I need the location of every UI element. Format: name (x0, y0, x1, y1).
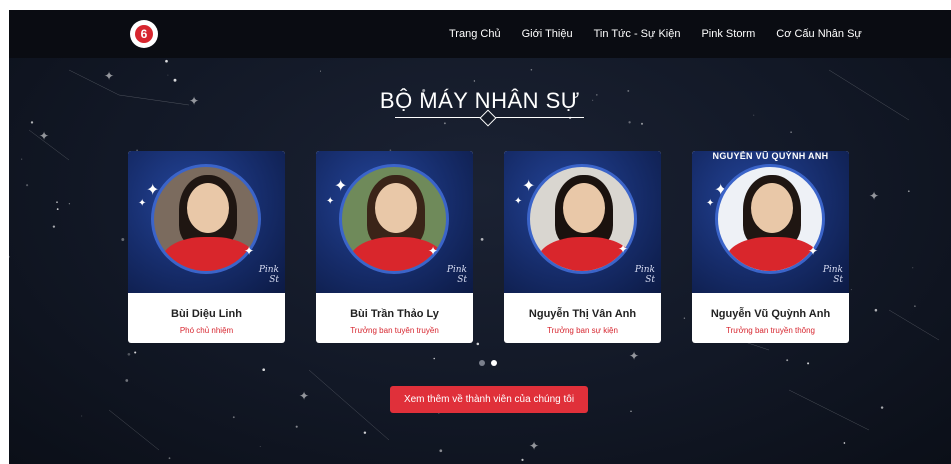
navbar: 6 Trang Chủ Giới Thiệu Tin Tức - Sự Kiện… (9, 10, 951, 58)
page-frame: ✦ ✦ ✦ ✦ ✦ ✦ ✦ 6 Trang Chủ Giới Thiệu Tin Tức -… (9, 10, 951, 464)
member-name: Bùi Trần Thảo Ly (350, 308, 439, 320)
photo-brand-mark: Pink St (446, 265, 467, 285)
member-photo: ✦ ✦ ✦ Pink St (504, 151, 661, 293)
member-photo: ✦ ✦ ✦ Pink St (316, 151, 473, 293)
nav-link-pink-storm[interactable]: Pink Storm (701, 28, 755, 40)
member-role: Trưởng ban truyền thông (725, 326, 816, 335)
nav-link-staff-structure[interactable]: Cơ Cấu Nhân Sự (776, 28, 862, 40)
sparkle-icon: ✦ (428, 244, 439, 258)
member-photo-banner: NGUYỄN VŨ QUỲNH ANH (712, 151, 829, 161)
member-role: Trưởng ban tuyên truyền (350, 326, 439, 335)
sparkle-icon: ✦ (244, 244, 255, 258)
photo-brand-mark: Pink St (258, 265, 279, 285)
photo-brand-mark: Pink St (634, 265, 655, 285)
svg-text:✦: ✦ (869, 189, 879, 203)
member-card[interactable]: ✦ ✦ ✦ Pink St Bùi Diệu Linh Phó chủ nhiệm (128, 151, 285, 343)
site-logo[interactable]: 6 (130, 20, 158, 48)
nav-link-news-events[interactable]: Tin Tức - Sự Kiện (594, 28, 681, 40)
view-more-members-button[interactable]: Xem thêm về thành viên của chúng tôi (390, 386, 588, 413)
member-card[interactable]: NGUYỄN VŨ QUỲNH ANH ✦ ✦ ✦ Pink St Nguyễn … (692, 151, 849, 343)
member-name: Nguyễn Vũ Quỳnh Anh (710, 308, 831, 320)
nav-link-home[interactable]: Trang Chủ (449, 28, 501, 40)
sparkle-icon: ✦ (808, 244, 819, 258)
nav-link-about[interactable]: Giới Thiệu (522, 28, 573, 40)
member-name: Bùi Diệu Linh (171, 308, 242, 320)
member-photo: ✦ ✦ ✦ Pink St (128, 151, 285, 293)
carousel-pagination (479, 360, 509, 368)
sparkle-icon: ✦ (514, 196, 523, 207)
carousel-dot[interactable] (491, 360, 497, 366)
sparkle-icon: ✦ (138, 198, 147, 209)
photo-brand-mark: Pink St (822, 265, 843, 285)
svg-text:✦: ✦ (104, 69, 114, 83)
carousel-dot[interactable] (479, 360, 485, 366)
sparkle-icon: ✦ (326, 196, 335, 207)
member-carousel: ✦ ✦ ✦ Pink St Bùi Diệu Linh Phó chủ nhiệm… (128, 151, 858, 343)
svg-text:✦: ✦ (39, 129, 49, 143)
member-name: Nguyễn Thị Vân Anh (528, 308, 637, 320)
svg-text:✦: ✦ (629, 349, 639, 363)
member-role: Phó chủ nhiệm (179, 326, 234, 335)
member-card[interactable]: ✦ ✦ ✦ Pink St Nguyễn Thị Vân Anh Trưởng b… (504, 151, 661, 343)
member-card[interactable]: ✦ ✦ ✦ Pink St Bùi Trần Thảo Ly Trưởng ban… (316, 151, 473, 343)
member-photo: NGUYỄN VŨ QUỲNH ANH ✦ ✦ ✦ Pink St (692, 151, 849, 293)
nav-links: Trang Chủ Giới Thiệu Tin Tức - Sự Kiện P… (449, 10, 883, 58)
logo-mark: 6 (135, 25, 153, 43)
member-role: Trưởng ban sự kiện (547, 326, 618, 335)
sparkle-icon: ✦ (618, 242, 629, 256)
svg-text:✦: ✦ (529, 439, 539, 453)
section-title: BỘ MÁY NHÂN SỰ (379, 88, 581, 113)
member-portrait (527, 164, 637, 274)
sparkle-icon: ✦ (706, 198, 715, 209)
svg-text:✦: ✦ (299, 389, 309, 403)
